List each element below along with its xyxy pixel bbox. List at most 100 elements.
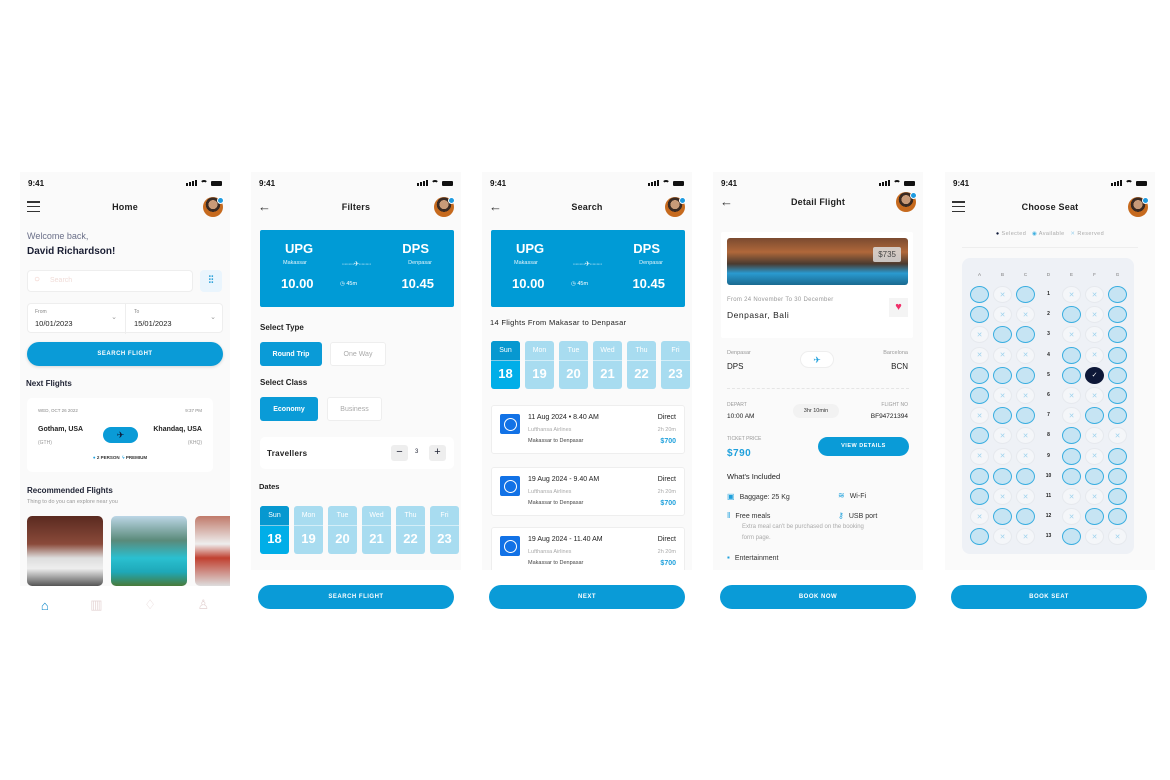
- seat-available[interactable]: [970, 387, 989, 404]
- seat-available[interactable]: [970, 528, 989, 546]
- seat-available[interactable]: [970, 427, 989, 445]
- seat-available[interactable]: [1108, 407, 1127, 425]
- lufthansa-logo-icon: [500, 414, 520, 434]
- seat-available[interactable]: [1108, 488, 1127, 505]
- map-icon[interactable]: ▥: [90, 597, 102, 613]
- date-chip[interactable]: Mon 19: [294, 506, 323, 554]
- seat-available[interactable]: [1016, 326, 1035, 344]
- date-chip[interactable]: Sun 18: [260, 506, 289, 554]
- seat-available[interactable]: [1016, 366, 1035, 384]
- seat-available[interactable]: [970, 306, 989, 324]
- heart-icon[interactable]: ♥: [889, 298, 908, 317]
- date-chip[interactable]: Sun 18: [491, 341, 520, 389]
- date-chip[interactable]: Tue 20: [559, 341, 588, 389]
- type-round-trip[interactable]: Round Trip: [260, 342, 322, 366]
- profile-icon[interactable]: ♙: [198, 597, 210, 613]
- seat-available[interactable]: [1062, 366, 1081, 384]
- seat-available[interactable]: [970, 467, 989, 485]
- seat-available[interactable]: [970, 286, 989, 303]
- seat-available[interactable]: [993, 326, 1012, 344]
- flight-result[interactable]: 11 Aug 2024 • 8.40 AM Lufthansa Airlines…: [491, 405, 685, 454]
- book-now-button[interactable]: BOOK NOW: [720, 585, 916, 609]
- plane-icon: ✈: [800, 351, 834, 368]
- sliders-icon: ⫶⫶: [208, 275, 214, 286]
- seat-available[interactable]: [1108, 366, 1127, 384]
- avatar[interactable]: [665, 197, 686, 217]
- date-chip[interactable]: Thu 22: [627, 341, 656, 389]
- seat-available[interactable]: [1085, 508, 1104, 526]
- seat-available[interactable]: [1108, 306, 1127, 324]
- search-input[interactable]: ○ Search: [27, 270, 193, 292]
- from-date-select[interactable]: From 10/01/2023 ⌄: [28, 304, 126, 334]
- seat-available[interactable]: [1016, 508, 1035, 526]
- next-button[interactable]: NEXT: [489, 585, 685, 609]
- seat-available[interactable]: [1085, 467, 1104, 485]
- battery-icon: [904, 181, 915, 186]
- view-details-button[interactable]: VIEW DETAILS: [818, 437, 909, 456]
- flight-result[interactable]: 19 Aug 2024 - 11.40 AM Lufthansa Airline…: [491, 527, 685, 570]
- avatar[interactable]: [896, 192, 917, 212]
- seat-available[interactable]: [1108, 447, 1127, 465]
- home-icon[interactable]: ⌂: [41, 598, 49, 613]
- date-chip[interactable]: Tue 20: [328, 506, 357, 554]
- seat-available[interactable]: [1062, 306, 1081, 324]
- seat-available[interactable]: [1016, 286, 1035, 303]
- filter-button[interactable]: ⫶⫶: [200, 270, 222, 292]
- filters-screen: 9:41 ← Filters UPG Makassar 10.00 ······…: [251, 172, 461, 570]
- seat-reserved: ✕: [993, 387, 1012, 404]
- book-seat-button[interactable]: BOOK SEAT: [951, 585, 1147, 609]
- flight-result[interactable]: 19 Aug 2024 - 9.40 AM Lufthansa Airlines…: [491, 467, 685, 516]
- seat-available[interactable]: [1062, 427, 1081, 445]
- seat-available[interactable]: [1062, 467, 1081, 485]
- seat-reserved: ✕: [1108, 528, 1127, 546]
- seat-available[interactable]: [1108, 346, 1127, 364]
- bell-icon[interactable]: ♢: [144, 597, 156, 613]
- seat-available[interactable]: [970, 488, 989, 505]
- type-one-way[interactable]: One Way: [330, 342, 386, 366]
- recommended-card-hotel[interactable]: [27, 516, 103, 586]
- status-time: 9:41: [259, 179, 276, 188]
- seat-available[interactable]: [1016, 407, 1035, 425]
- increment-button[interactable]: +: [429, 445, 446, 461]
- seat-available[interactable]: [1062, 346, 1081, 364]
- search-flight-button[interactable]: SEARCH FLIGHT: [258, 585, 454, 609]
- to-date-select[interactable]: To 15/01/2023 ⌄: [126, 304, 224, 334]
- seat-available[interactable]: [1108, 508, 1127, 526]
- destination-card[interactable]: $735 From 24 November To 30 December Den…: [721, 232, 913, 338]
- recommended-card-room[interactable]: [195, 516, 230, 586]
- avatar[interactable]: [434, 197, 455, 217]
- seat-available[interactable]: [1108, 286, 1127, 303]
- seat-available[interactable]: [1062, 447, 1081, 465]
- row-number: 3: [1047, 331, 1050, 338]
- date-chip[interactable]: Fri 23: [661, 341, 690, 389]
- date-chip[interactable]: Mon 19: [525, 341, 554, 389]
- seat-available[interactable]: [1108, 467, 1127, 485]
- next-flight-card[interactable]: WED, OCT 26 2022 9:37 PM Gotham, USA (GT…: [27, 398, 213, 472]
- avatar[interactable]: [203, 197, 224, 217]
- seat-available[interactable]: [1108, 387, 1127, 404]
- seat-available[interactable]: [1085, 407, 1104, 425]
- seat-available[interactable]: [1108, 326, 1127, 344]
- recommended-card-lake[interactable]: [111, 516, 187, 586]
- seat-available[interactable]: [1062, 528, 1081, 546]
- search-screen: 9:41 ← Search UPG Makassar 10.00 ·······…: [482, 172, 692, 570]
- seat-selected[interactable]: ✓: [1085, 366, 1104, 384]
- seat-available[interactable]: [970, 366, 989, 384]
- seat-available[interactable]: [993, 366, 1012, 384]
- clock-icon: ◷: [571, 281, 576, 287]
- date-chip[interactable]: Fri 23: [430, 506, 459, 554]
- class-economy[interactable]: Economy: [260, 397, 318, 421]
- seat-available[interactable]: [993, 407, 1012, 425]
- date-chip[interactable]: Thu 22: [396, 506, 425, 554]
- class-business[interactable]: Business: [327, 397, 382, 421]
- wifi-icon: [1125, 180, 1133, 186]
- seat-available[interactable]: [1016, 467, 1035, 485]
- search-flight-button[interactable]: SEARCH FLIGHT: [27, 342, 223, 366]
- seat-reserved: ✕: [1016, 447, 1035, 465]
- date-chip[interactable]: Wed 21: [593, 341, 622, 389]
- date-chip[interactable]: Wed 21: [362, 506, 391, 554]
- seat-available[interactable]: [993, 508, 1012, 526]
- decrement-button[interactable]: −: [391, 445, 408, 461]
- seat-available[interactable]: [993, 467, 1012, 485]
- avatar[interactable]: [1128, 197, 1149, 217]
